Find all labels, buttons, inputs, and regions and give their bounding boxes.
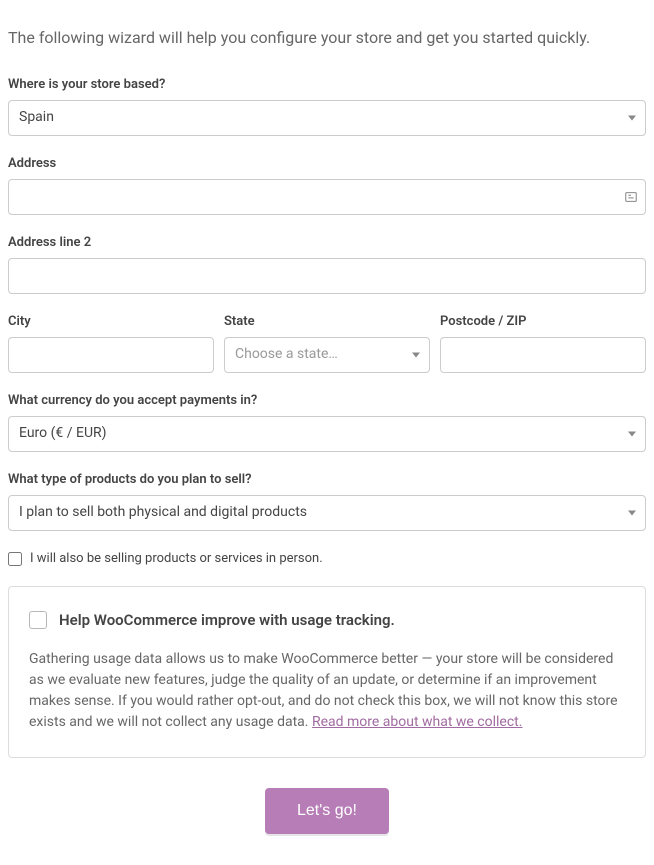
city-label: City <box>8 314 214 329</box>
submit-button[interactable]: Let's go! <box>265 788 389 834</box>
state-label: State <box>224 314 430 329</box>
tracking-checkbox[interactable] <box>29 611 47 629</box>
in-person-label: I will also be selling products or servi… <box>30 551 323 566</box>
intro-text: The following wizard will help you confi… <box>8 28 646 47</box>
currency-select[interactable]: Euro (€ / EUR) <box>8 416 646 452</box>
postcode-label: Postcode / ZIP <box>440 314 646 329</box>
state-select[interactable]: Choose a state… <box>224 337 430 373</box>
address2-input[interactable] <box>8 258 646 294</box>
tracking-title: Help WooCommerce improve with usage trac… <box>59 611 395 629</box>
product-type-select[interactable]: I plan to sell both physical and digital… <box>8 495 646 531</box>
store-location-select[interactable]: Spain <box>8 100 646 136</box>
address-input[interactable] <box>8 179 646 215</box>
postcode-input[interactable] <box>440 337 646 373</box>
city-input[interactable] <box>8 337 214 373</box>
product-type-label: What type of products do you plan to sel… <box>8 472 646 487</box>
in-person-checkbox[interactable] <box>8 552 22 566</box>
currency-label: What currency do you accept payments in? <box>8 393 646 408</box>
address2-label: Address line 2 <box>8 235 646 250</box>
tracking-panel: Help WooCommerce improve with usage trac… <box>8 586 646 758</box>
tracking-description: Gathering usage data allows us to make W… <box>29 649 625 733</box>
address-label: Address <box>8 156 646 171</box>
tracking-link[interactable]: Read more about what we collect. <box>312 714 523 730</box>
store-location-label: Where is your store based? <box>8 77 646 92</box>
contact-card-icon <box>624 190 638 204</box>
